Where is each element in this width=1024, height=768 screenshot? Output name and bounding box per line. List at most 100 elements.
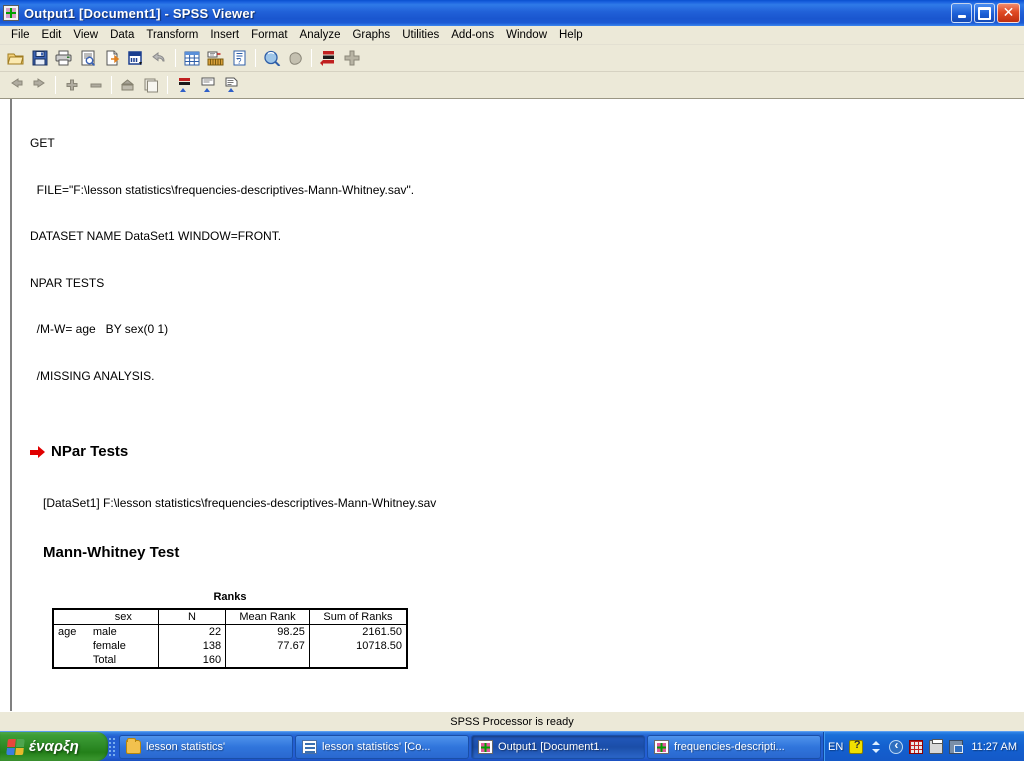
goto-data-icon[interactable]	[180, 47, 203, 69]
start-button[interactable]: έναρξη	[0, 732, 108, 761]
value-labels-icon[interactable]	[340, 47, 363, 69]
primary-toolbar: ?	[0, 45, 1024, 72]
export-icon[interactable]	[100, 47, 123, 69]
ranks-group-label: male	[92, 626, 117, 638]
window-title: Output1 [Document1] - SPSS Viewer	[24, 5, 256, 21]
save-icon[interactable]	[28, 47, 51, 69]
recall-dialog-icon[interactable]	[124, 47, 147, 69]
menu-item-edit[interactable]: Edit	[36, 28, 68, 42]
spss-icon	[478, 739, 494, 754]
npar-tests-heading-label: NPar Tests	[51, 443, 129, 460]
window-titlebar[interactable]: Output1 [Document1] - SPSS Viewer ✕	[0, 0, 1024, 26]
ranks-row-spacer	[53, 639, 89, 653]
help-icon[interactable]	[849, 739, 864, 754]
status-bar: SPSS Processor is ready	[0, 711, 1024, 731]
ranks-col-mean-rank: Mean Rank	[225, 609, 310, 625]
npar-tests-heading[interactable]: NPar Tests	[30, 443, 1024, 460]
language-indicator[interactable]: EN	[828, 741, 843, 753]
menu-item-data[interactable]: Data	[104, 28, 140, 42]
menu-item-view[interactable]: View	[67, 28, 104, 42]
outline-toolbar	[0, 72, 1024, 99]
close-button[interactable]: ✕	[997, 3, 1020, 23]
print-icon[interactable]	[52, 47, 75, 69]
taskbar-item-frequencies-descriptives[interactable]: frequencies-descripti...	[647, 734, 822, 759]
svg-text:?: ?	[237, 57, 242, 66]
outline-pane[interactable]	[0, 99, 12, 711]
insert-text-icon[interactable]	[220, 74, 243, 96]
minimize-button[interactable]	[951, 3, 972, 23]
ranks-table-block[interactable]: Ranks sex N Mean Rank Sum of Ranks age m…	[52, 591, 1024, 669]
ranks-mean-rank-value: 77.67	[225, 639, 310, 653]
toolbar-separator	[175, 49, 176, 67]
output-content-pane[interactable]: GET FILE="F:\lesson statistics\frequenci…	[12, 99, 1024, 711]
spss-app-icon	[3, 5, 19, 21]
ranks-table[interactable]: sex N Mean Rank Sum of Ranks age male 22…	[52, 608, 408, 669]
menu-item-help[interactable]: Help	[553, 28, 589, 42]
select-cases-icon[interactable]	[316, 47, 339, 69]
syntax-line: /M-W= age BY sex(0 1)	[30, 322, 169, 336]
demote-right-icon[interactable]	[28, 74, 51, 96]
goto-case-icon[interactable]	[204, 47, 227, 69]
shield-icon[interactable]	[889, 738, 904, 754]
taskbar-grip[interactable]	[108, 736, 117, 757]
insert-heading-icon[interactable]	[172, 74, 195, 96]
syntax-block: GET FILE="F:\lesson statistics\frequenci…	[30, 105, 1024, 415]
undo-icon[interactable]	[148, 47, 171, 69]
taskbar-item-label: Output1 [Document1...	[498, 740, 609, 753]
hide-item-icon[interactable]	[140, 74, 163, 96]
insert-title-icon[interactable]	[196, 74, 219, 96]
mann-whitney-test-heading[interactable]: Mann-Whitney Test	[43, 544, 1024, 561]
toolbar-separator	[311, 49, 312, 67]
collapse-icon[interactable]	[84, 74, 107, 96]
toolbar-separator	[55, 76, 56, 94]
printer-icon[interactable]	[929, 738, 944, 754]
expand-icon[interactable]	[60, 74, 83, 96]
menu-item-graphs[interactable]: Graphs	[346, 28, 396, 42]
menu-item-format[interactable]: Format	[245, 28, 293, 42]
folder-icon	[126, 737, 141, 754]
menu-item-window[interactable]: Window	[500, 28, 553, 42]
taskbar: έναρξη lesson statistics' lesson statist…	[0, 731, 1024, 761]
ranks-table-head: sex N Mean Rank Sum of Ranks	[53, 609, 407, 625]
toolbar-separator	[255, 49, 256, 67]
menubar: File Edit View Data Transform Insert For…	[0, 26, 1024, 45]
taskbar-item-output1[interactable]: Output1 [Document1...	[471, 734, 646, 759]
menu-item-analyze[interactable]: Analyze	[294, 28, 347, 42]
variables-icon[interactable]: ?	[228, 47, 251, 69]
promote-left-icon[interactable]	[4, 74, 27, 96]
menu-item-utilities[interactable]: Utilities	[396, 28, 445, 42]
ranks-row-variable: age	[58, 626, 77, 638]
ranks-n-value: 160	[157, 653, 226, 668]
toolbar-separator	[167, 76, 168, 94]
ranks-col-n: N	[157, 609, 226, 625]
ranks-group-label: female	[92, 640, 126, 652]
find-icon[interactable]	[260, 47, 283, 69]
system-tray: EN 11:27 AM	[823, 732, 1024, 761]
menu-item-add-ons[interactable]: Add-ons	[445, 28, 500, 42]
updown-icon[interactable]	[869, 740, 883, 754]
taskbar-item-lesson-statistics-document[interactable]: lesson statistics' [Co...	[295, 734, 470, 759]
open-file-icon[interactable]	[4, 47, 27, 69]
taskbar-item-lesson-statistics-folder[interactable]: lesson statistics'	[119, 734, 294, 759]
toolbar-separator	[111, 76, 112, 94]
maximize-restore-button[interactable]	[974, 3, 995, 23]
table-row[interactable]: age male 22 98.25 2161.50	[53, 624, 407, 639]
insert-cases-icon[interactable]	[284, 47, 307, 69]
table-row[interactable]: Total 160	[53, 653, 407, 668]
ranks-sum-of-ranks-value: 10718.50	[308, 639, 407, 653]
ranks-row-spacer	[53, 653, 89, 668]
network-icon[interactable]	[949, 739, 964, 754]
menu-item-insert[interactable]: Insert	[204, 28, 245, 42]
menu-item-file[interactable]: File	[5, 28, 36, 42]
taskbar-item-label: frequencies-descripti...	[674, 740, 785, 753]
ranks-table-title: Ranks	[213, 591, 247, 603]
ranks-col-sum-of-ranks: Sum of Ranks	[308, 609, 407, 625]
show-hide-icon[interactable]	[116, 74, 139, 96]
print-preview-icon[interactable]	[76, 47, 99, 69]
ranks-n-value: 22	[157, 624, 226, 639]
menu-item-transform[interactable]: Transform	[140, 28, 204, 42]
table-row[interactable]: female 138 77.67 10718.50	[53, 639, 407, 653]
status-bar-text: SPSS Processor is ready	[450, 715, 574, 728]
grid-icon[interactable]	[909, 739, 924, 754]
clock[interactable]: 11:27 AM	[971, 741, 1017, 753]
